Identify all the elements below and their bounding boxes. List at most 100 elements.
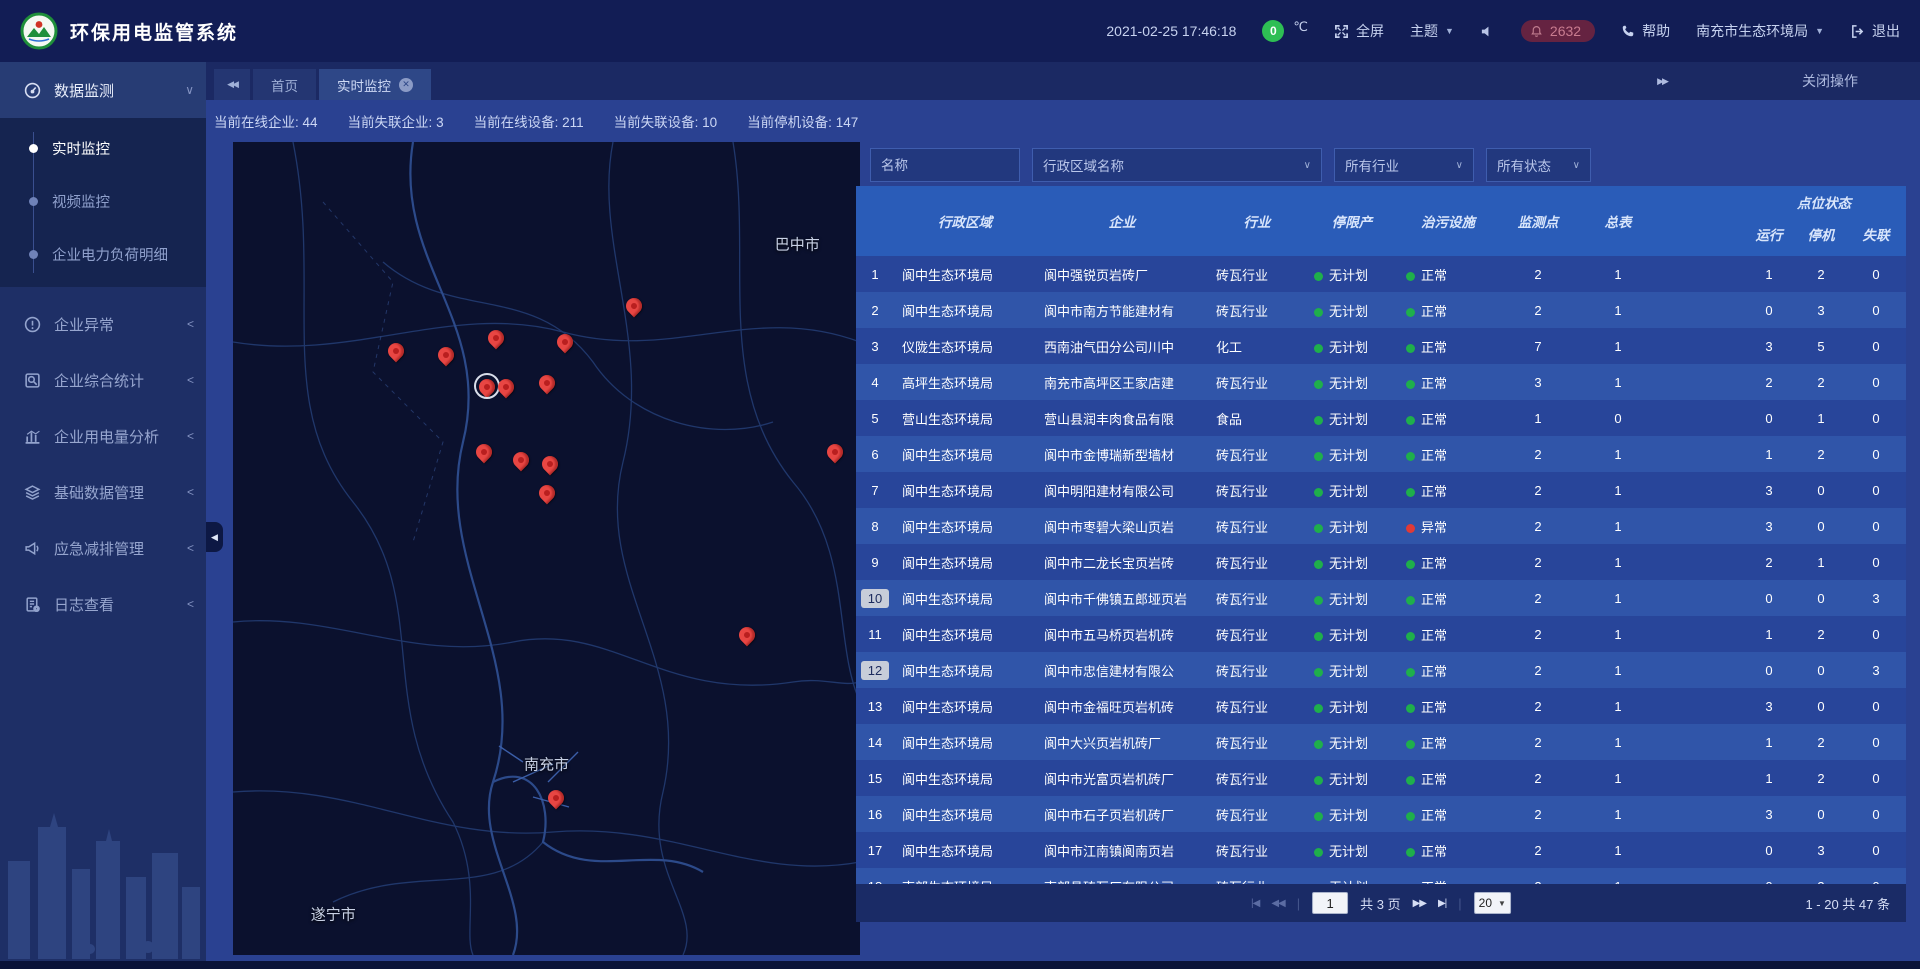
col-stopped: 停机 (1808, 224, 1835, 244)
table-row[interactable]: 8 阆中生态环境局 阆中市枣碧大梁山页岩 砖瓦行业 无计划 异常 2 1 3 0… (856, 508, 1906, 544)
cell-stopped: 3 (1796, 303, 1846, 318)
map-city-label: 南充市 (524, 753, 569, 774)
page-number-input[interactable] (1312, 892, 1348, 914)
sidebar-item-enterprise-abnormal[interactable]: 企业异常 < (0, 296, 206, 352)
table-row[interactable]: 16 阆中生态环境局 阆中市石子页岩机砖厂 砖瓦行业 无计划 正常 2 1 3 … (856, 796, 1906, 832)
megaphone-icon (24, 540, 41, 557)
chevron-down-icon: ∨ (185, 83, 194, 97)
region-filter-select[interactable]: 行政区域名称 ∨ (1032, 148, 1322, 182)
cell-facility-status: 正常 (1398, 841, 1498, 860)
theme-dropdown[interactable]: 主题 ▼ (1410, 21, 1454, 41)
table-row[interactable]: 11 阆中生态环境局 阆中市五马桥页岩机砖 砖瓦行业 无计划 正常 2 1 1 … (856, 616, 1906, 652)
row-index: 2 (864, 301, 885, 320)
table-row[interactable]: 10 阆中生态环境局 阆中市千佛镇五郎垭页岩 砖瓦行业 无计划 正常 2 1 0… (856, 580, 1906, 616)
sidebar-item-power-load-detail[interactable]: 企业电力负荷明细 (0, 228, 206, 281)
cell-region: 仪陇生态环境局 (894, 337, 1036, 356)
tab-scroll-right-button[interactable]: ▶▶ (1644, 66, 1680, 97)
table-row[interactable]: 12 阆中生态环境局 阆中市忠信建材有限公 砖瓦行业 无计划 正常 2 1 0 … (856, 652, 1906, 688)
org-dropdown[interactable]: 南充市生态环境局 ▼ (1696, 21, 1824, 41)
help-button[interactable]: 帮助 (1621, 21, 1670, 41)
cell-stop-production: 无计划 (1306, 841, 1398, 860)
cell-facility-status: 正常 (1398, 445, 1498, 464)
cell-region: 阆中生态环境局 (894, 805, 1036, 824)
cell-total-meters: 1 (1578, 663, 1658, 678)
table-row[interactable]: 4 高坪生态环境局 南充市高坪区王家店建 砖瓦行业 无计划 正常 3 1 2 2… (856, 364, 1906, 400)
sidebar-item-base-data[interactable]: 基础数据管理 < (0, 464, 206, 520)
status-dot (1314, 308, 1323, 317)
page-title: 环保用电监管系统 (70, 18, 238, 45)
table-row[interactable]: 13 阆中生态环境局 阆中市金福旺页岩机砖 砖瓦行业 无计划 正常 2 1 3 … (856, 688, 1906, 724)
table-row[interactable]: 5 营山生态环境局 营山县润丰肉食品有限 食品 无计划 正常 1 0 0 1 0 (856, 400, 1906, 436)
cell-company: 阆中市金博瑞新型墙材 (1036, 445, 1208, 464)
speaker-mute-icon[interactable] (1480, 24, 1495, 39)
notification-badge[interactable]: 2632 (1521, 20, 1595, 42)
col-company: 企业 (1109, 211, 1136, 231)
table-row[interactable]: 18 南部生态环境局 南部县砖瓦厂有限公司 砖瓦行业 无计划 正常 2 1 0 … (856, 868, 1906, 884)
cell-total-meters: 1 (1578, 267, 1658, 282)
cell-region: 阆中生态环境局 (894, 769, 1036, 788)
page-size-select[interactable]: 20 ▼ (1474, 892, 1511, 914)
table-row[interactable]: 2 阆中生态环境局 阆中市南方节能建材有 砖瓦行业 无计划 正常 2 1 0 3… (856, 292, 1906, 328)
sidebar-item-realtime-monitor[interactable]: 实时监控 (0, 122, 206, 175)
cell-total-meters: 1 (1578, 771, 1658, 786)
map-city-label: 遂宁市 (311, 904, 356, 925)
table-row[interactable]: 14 阆中生态环境局 阆中大兴页岩机砖厂 砖瓦行业 无计划 正常 2 1 1 2… (856, 724, 1906, 760)
close-operations-button[interactable]: 关闭操作 (1802, 62, 1858, 100)
next-page-button[interactable]: ▶▶ (1413, 898, 1426, 909)
close-icon[interactable]: ✕ (399, 78, 413, 92)
sidebar-item-emergency-reduction[interactable]: 应急减排管理 < (0, 520, 206, 576)
cell-running: 1 (1742, 735, 1796, 750)
col-region: 行政区域 (938, 211, 992, 231)
exit-icon (1850, 24, 1865, 39)
row-index: 18 (861, 877, 889, 885)
cell-industry: 砖瓦行业 (1208, 841, 1306, 860)
sidebar-item-power-analysis[interactable]: 企业用电量分析 < (0, 408, 206, 464)
cell-industry: 化工 (1208, 337, 1306, 356)
total-pages-label: 共 3 页 (1360, 894, 1400, 913)
sidebar-item-enterprise-statistics[interactable]: 企业综合统计 < (0, 352, 206, 408)
prev-page-button[interactable]: ◀◀ (1271, 898, 1284, 909)
table-row[interactable]: 3 仪陇生态环境局 西南油气田分公司川中 化工 无计划 正常 7 1 3 5 0 (856, 328, 1906, 364)
cell-industry: 砖瓦行业 (1208, 373, 1306, 392)
status-filter-select[interactable]: 所有状态 ∨ (1486, 148, 1591, 182)
last-page-button[interactable]: ▶| (1438, 898, 1446, 909)
col-facility: 治污设施 (1421, 211, 1475, 231)
first-page-button[interactable]: |◀ (1251, 898, 1259, 909)
cell-company: 阆中明阳建材有限公司 (1036, 481, 1208, 500)
tab-scroll-left-button[interactable]: ◀◀ (214, 69, 250, 100)
map[interactable]: 巴中市 南充市 遂宁市 (233, 142, 860, 955)
fullscreen-button[interactable]: 全屏 (1334, 21, 1384, 41)
header-datetime: 2021-02-25 17:46:18 (1106, 23, 1236, 39)
col-industry: 行业 (1244, 211, 1271, 231)
cell-running: 3 (1742, 699, 1796, 714)
cell-stopped: 2 (1796, 735, 1846, 750)
cell-total-meters: 1 (1578, 807, 1658, 822)
cell-offline: 3 (1846, 663, 1906, 678)
cell-industry: 砖瓦行业 (1208, 517, 1306, 536)
status-dot (1314, 452, 1323, 461)
table-row[interactable]: 6 阆中生态环境局 阆中市金博瑞新型墙材 砖瓦行业 无计划 正常 2 1 1 2… (856, 436, 1906, 472)
alert-circle-icon (24, 316, 41, 333)
cell-monitor-points: 2 (1498, 663, 1578, 678)
cell-monitor-points: 2 (1498, 555, 1578, 570)
tab-home[interactable]: 首页 (253, 69, 316, 100)
table-row[interactable]: 7 阆中生态环境局 阆中明阳建材有限公司 砖瓦行业 无计划 正常 2 1 3 0… (856, 472, 1906, 508)
tab-realtime-monitor[interactable]: 实时监控 ✕ (319, 69, 431, 100)
industry-filter-select[interactable]: 所有行业 ∨ (1334, 148, 1474, 182)
sidebar-collapse-button[interactable]: ◀ (206, 522, 223, 552)
table-row[interactable]: 9 阆中生态环境局 阆中市二龙长宝页岩砖 砖瓦行业 无计划 正常 2 1 2 1… (856, 544, 1906, 580)
table-row[interactable]: 17 阆中生态环境局 阆中市江南镇阆南页岩 砖瓦行业 无计划 正常 2 1 0 … (856, 832, 1906, 868)
table-row[interactable]: 1 阆中生态环境局 阆中强锐页岩砖厂 砖瓦行业 无计划 正常 2 1 1 2 0 (856, 256, 1906, 292)
table-row[interactable]: 15 阆中生态环境局 阆中市光富页岩机砖厂 砖瓦行业 无计划 正常 2 1 1 … (856, 760, 1906, 796)
sidebar-item-video-monitor[interactable]: 视频监控 (0, 175, 206, 228)
cell-monitor-points: 2 (1498, 483, 1578, 498)
logout-button[interactable]: 退出 (1850, 21, 1900, 41)
cell-facility-status: 正常 (1398, 301, 1498, 320)
cell-running: 2 (1742, 555, 1796, 570)
cell-company: 阆中强锐页岩砖厂 (1036, 265, 1208, 284)
sidebar-item-log-view[interactable]: 日志查看 < (0, 576, 206, 632)
name-filter-input[interactable] (870, 148, 1020, 182)
cell-offline: 3 (1846, 591, 1906, 606)
cell-stopped: 2 (1796, 267, 1846, 282)
sidebar-item-data-monitor[interactable]: 数据监测 ∨ (0, 62, 206, 118)
